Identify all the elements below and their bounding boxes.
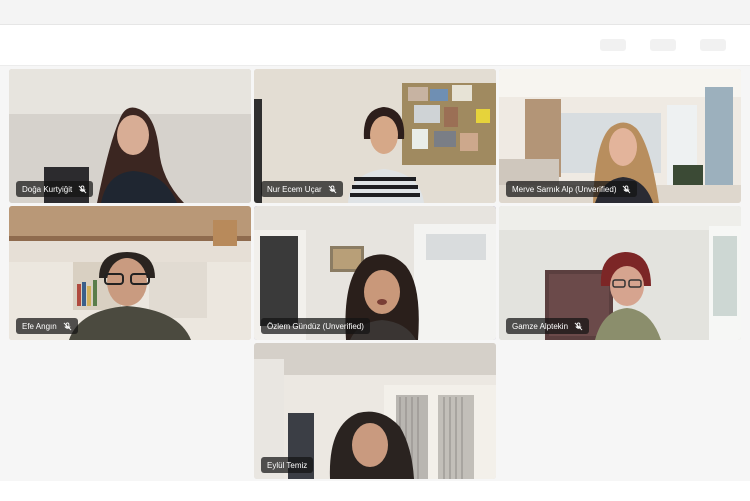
- participant-tile[interactable]: Merve Sarnık Alp (Unverified): [499, 69, 741, 203]
- mic-off-icon: [574, 321, 583, 330]
- toolbar-button[interactable]: [700, 39, 726, 51]
- participant-name: Doğa Kurtyiğit: [22, 184, 73, 194]
- video-gallery: Doğa Kurtyiğit Nur Ecem Uçar Merve Sarnı…: [0, 66, 750, 481]
- meeting-toolbar: [0, 25, 750, 71]
- participant-name-label: Doğa Kurtyiğit: [16, 181, 94, 197]
- participant-name: Gamze Alptekin: [512, 321, 569, 331]
- toolbar-button[interactable]: [600, 39, 626, 51]
- participant-name: Efe Angın: [22, 321, 57, 331]
- participant-tile[interactable]: Doğa Kurtyiğit: [9, 69, 251, 203]
- toolbar-button[interactable]: [650, 39, 676, 51]
- bottom-bar: [0, 481, 750, 501]
- participant-name: Eylül Temiz: [267, 460, 308, 470]
- participant-name: Özlem Gündüz (Unverified): [267, 321, 364, 331]
- participant-tile[interactable]: Efe Angın: [9, 206, 251, 340]
- participant-name-label: Efe Angın: [16, 318, 78, 334]
- mic-off-icon: [623, 184, 631, 193]
- participant-name: Nur Ecem Uçar: [267, 184, 322, 194]
- participant-name-label: Özlem Gündüz (Unverified): [261, 318, 370, 334]
- participant-name-label: Merve Sarnık Alp (Unverified): [506, 181, 638, 197]
- mic-off-icon: [328, 184, 337, 193]
- participant-name-label: Eylül Temiz: [261, 457, 314, 473]
- mic-off-icon: [78, 184, 87, 193]
- participant-name-label: Nur Ecem Uçar: [261, 181, 343, 197]
- participant-tile[interactable]: Gamze Alptekin: [499, 206, 741, 340]
- mic-off-icon: [63, 321, 72, 330]
- participant-tile[interactable]: Nur Ecem Uçar: [254, 69, 496, 203]
- participant-tile-active-speaker[interactable]: Özlem Gündüz (Unverified): [254, 206, 496, 340]
- window-top-bar: [0, 0, 750, 25]
- participant-name-label: Gamze Alptekin: [506, 318, 590, 334]
- participant-name: Merve Sarnık Alp (Unverified): [512, 184, 617, 194]
- participant-tile[interactable]: Eylül Temiz: [254, 343, 496, 479]
